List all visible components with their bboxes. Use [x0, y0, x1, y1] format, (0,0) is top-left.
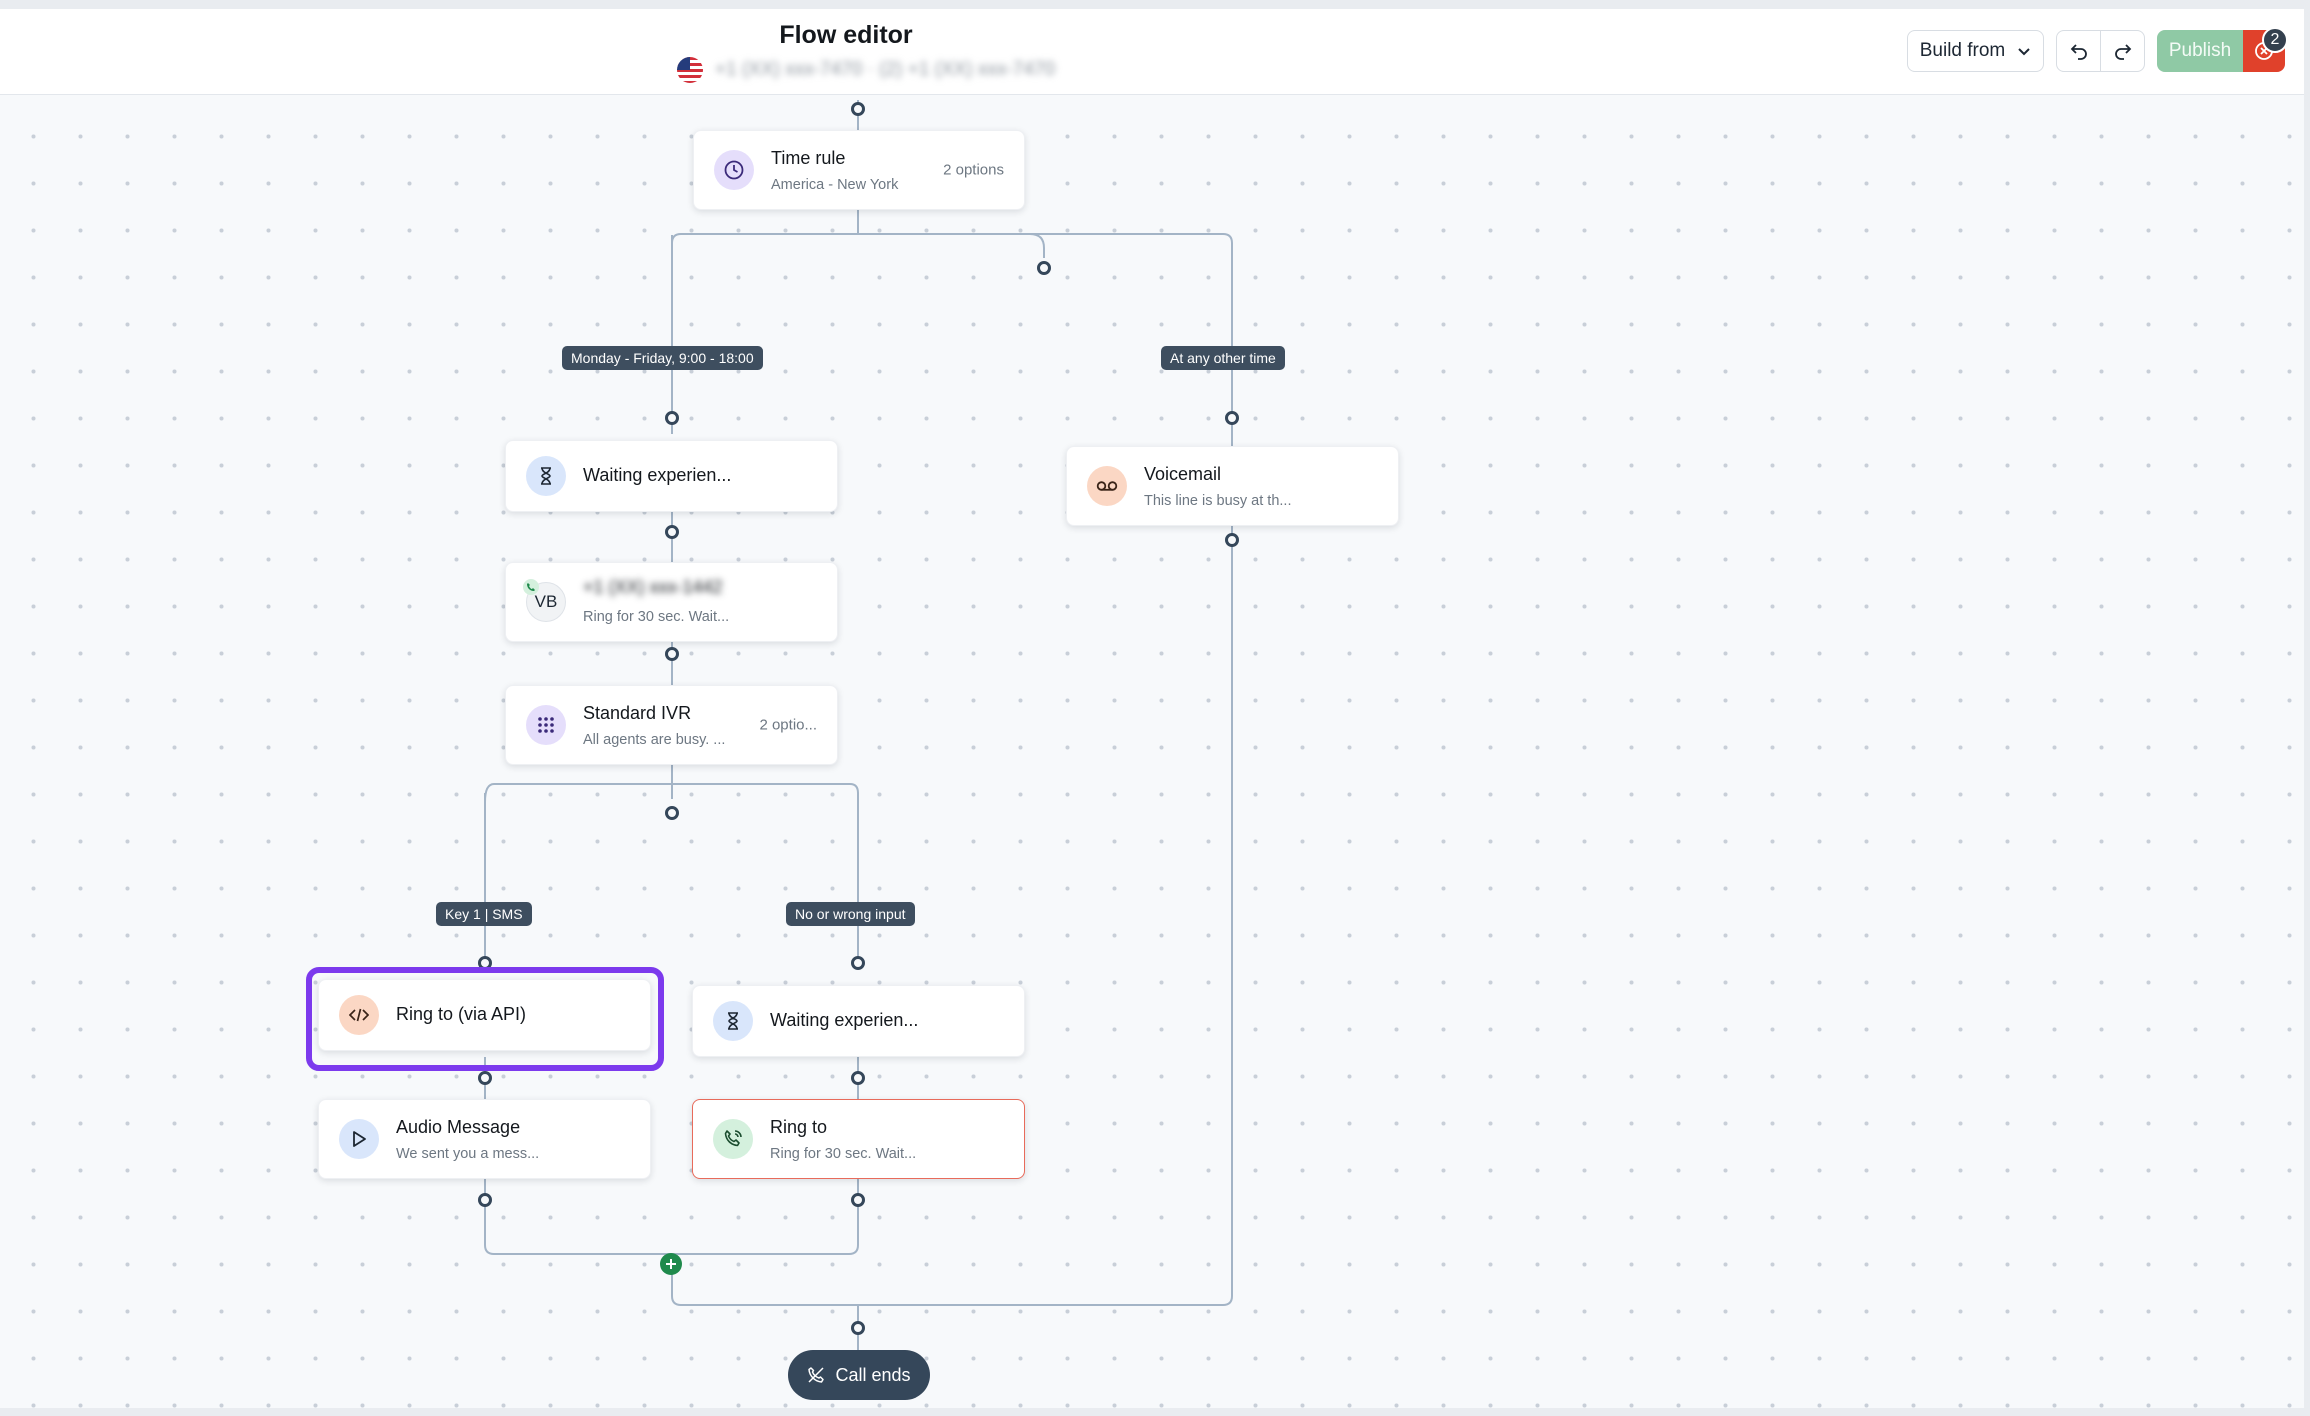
node-title: Time rule: [771, 148, 846, 168]
node-options-count: 2 options: [943, 161, 1004, 179]
node-subtitle: We sent you a mess...: [396, 1146, 540, 1162]
node-subtitle: Ring for 30 sec. Wait...: [770, 1146, 917, 1162]
node-audio-message[interactable]: Audio Message We sent you a mess...: [318, 1099, 651, 1179]
phone-number-subtitle: +1 (XX) xxx-7470 · (2) +1 (XX) xxx-7470: [677, 57, 1055, 83]
flow-canvas[interactable]: Flow editor +1 (XX) xxx-7470 · (2) +1 (X…: [0, 9, 2304, 1408]
branch-label-key1: Key 1 | SMS: [436, 902, 532, 926]
flow-connectors: [478, 100, 1239, 1350]
node-subtitle: All agents are busy. ...: [583, 732, 726, 748]
node-ring-to-user[interactable]: VB +1 (XX) xxx-1442 Ring for 30 sec. Wai…: [505, 562, 838, 642]
node-ring-to-error[interactable]: Ring to Ring for 30 sec. Wait...: [692, 1099, 1025, 1179]
page-title: Flow editor: [779, 21, 913, 49]
error-count-badge: 2: [2262, 27, 2288, 53]
plus-icon: [666, 1259, 676, 1269]
node-title: Audio Message: [396, 1117, 521, 1137]
node-standard-ivr[interactable]: Standard IVR All agents are busy. ... 2 …: [505, 685, 838, 765]
branch-label-weekday: Monday - Friday, 9:00 - 18:00: [562, 346, 763, 370]
node-subtitle: America - New York: [771, 177, 899, 193]
node-subtitle: Ring for 30 sec. Wait...: [583, 609, 730, 625]
us-flag-icon: [677, 57, 703, 83]
keypad-icon: [526, 705, 566, 745]
play-icon: [339, 1119, 379, 1159]
avatar: VB: [523, 579, 566, 622]
node-voicemail[interactable]: Voicemail This line is busy at th...: [1066, 446, 1399, 526]
voicemail-icon: [1087, 466, 1127, 506]
call-ends-label: Call ends: [835, 1364, 911, 1385]
add-step-button[interactable]: [660, 1253, 682, 1275]
vertical-scrollbar[interactable]: [2304, 9, 2310, 1408]
hourglass-icon: [526, 456, 566, 496]
node-title: Standard IVR: [583, 703, 692, 723]
phone-badge-icon: [523, 579, 539, 595]
undo-icon: [2070, 44, 2087, 60]
node-time-rule[interactable]: Time rule America - New York 2 options: [693, 130, 1025, 210]
node-title: Waiting experien...: [770, 1010, 919, 1030]
build-from-dropdown[interactable]: Build from: [1907, 30, 2044, 72]
node-subtitle: This line is busy at th...: [1144, 493, 1292, 509]
node-options-count: 2 optio...: [759, 716, 817, 734]
node-title-phone: +1 (XX) xxx-1442: [583, 577, 723, 597]
app-header: Flow editor +1 (XX) xxx-7470 · (2) +1 (X…: [0, 9, 2304, 95]
build-from-label: Build from: [1919, 40, 2006, 61]
phone-numbers-text: +1 (XX) xxx-7470 · (2) +1 (XX) xxx-7470: [715, 59, 1056, 80]
redo-icon: [2114, 44, 2131, 60]
hourglass-icon: [713, 1001, 753, 1041]
selected-node-highlight: [306, 967, 664, 1071]
node-waiting-experience[interactable]: Waiting experien...: [505, 440, 838, 512]
branch-label-other-time: At any other time: [1161, 346, 1285, 370]
redo-button[interactable]: [2100, 30, 2145, 72]
undo-button[interactable]: [2056, 30, 2101, 72]
chevron-down-icon: [2018, 48, 2030, 56]
branch-label-no-input: No or wrong input: [786, 902, 915, 926]
call-ends-node[interactable]: Call ends: [788, 1350, 930, 1400]
node-title: Ring to: [770, 1117, 828, 1137]
phone-hangup-icon: [808, 1367, 825, 1383]
clock-icon: [714, 150, 754, 190]
node-waiting-experience-2[interactable]: Waiting experien...: [692, 985, 1025, 1057]
node-title: Voicemail: [1144, 464, 1222, 484]
publish-button[interactable]: Publish: [2157, 30, 2243, 72]
phone-ringing-icon: [713, 1119, 753, 1159]
node-title: Waiting experien...: [583, 465, 732, 485]
avatar-initials: VB: [534, 592, 558, 611]
